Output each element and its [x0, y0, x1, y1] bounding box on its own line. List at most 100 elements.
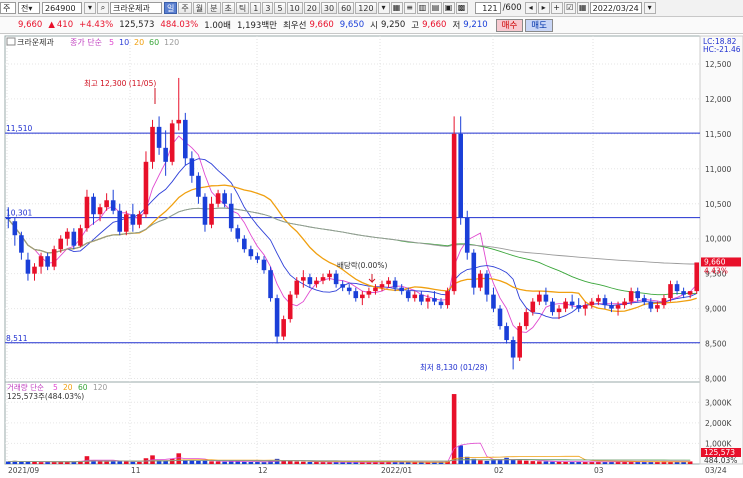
- candle-body: [274, 298, 280, 337]
- date-tick-label: 03: [594, 466, 604, 475]
- list-icon[interactable]: ≡: [403, 2, 416, 14]
- stock-code-input[interactable]: 264900: [42, 2, 82, 14]
- tab-month[interactable]: 월: [192, 2, 207, 14]
- candle-body: [124, 214, 129, 232]
- high-value: 9,660: [422, 20, 447, 30]
- tab-tick[interactable]: 틱: [235, 2, 250, 14]
- date-input[interactable]: 2022/03/24: [589, 2, 642, 14]
- candle-body: [648, 301, 654, 309]
- candle-body: [333, 273, 339, 285]
- reference-line-label: 8,511: [6, 334, 28, 343]
- minute-20[interactable]: 20: [303, 2, 320, 14]
- scroll-right-icon[interactable]: ▸: [537, 2, 550, 14]
- volume-bar: [340, 462, 345, 464]
- market-select[interactable]: 전▾: [18, 2, 40, 14]
- chart-area[interactable]: 11,510 10,301 8,511 12,500 12,000 11,500 11,0…: [0, 34, 743, 475]
- candle-body: [5, 217, 11, 220]
- menu-label: 주: [3, 4, 11, 13]
- checkbox-icon[interactable]: ☑: [563, 2, 576, 14]
- tab-second[interactable]: 초: [221, 2, 235, 14]
- volume-bar: [130, 461, 136, 464]
- dropdown-arrow-icon[interactable]: ▾: [84, 2, 96, 14]
- change-rate: +4.43%: [79, 20, 114, 30]
- candle-body: [176, 119, 182, 124]
- candle-body: [379, 284, 385, 288]
- volume-bar: [641, 462, 647, 464]
- chart-icon[interactable]: ▥: [416, 2, 429, 14]
- candle-body: [320, 277, 326, 281]
- lock-icon[interactable]: ▣: [442, 2, 455, 14]
- trade-amount: 1,193백만: [236, 21, 277, 31]
- volume-bar: [399, 462, 404, 464]
- volume-bar: [242, 461, 247, 464]
- high-label: 고: [411, 21, 420, 31]
- tab-day[interactable]: 일: [164, 2, 178, 14]
- stock-code-value: 264900: [45, 4, 76, 13]
- ma-legend-label: 종가 단순: [70, 37, 102, 47]
- price-tick-label: 8,000: [705, 375, 727, 384]
- candle-body: [104, 200, 109, 208]
- volume-bar: [451, 394, 457, 464]
- calendar-icon[interactable]: ▦: [576, 2, 589, 14]
- menu-select[interactable]: 주: [0, 2, 16, 14]
- grid-icon[interactable]: ▦: [390, 2, 403, 14]
- minute-10[interactable]: 10: [286, 2, 303, 14]
- candle-body: [615, 305, 621, 309]
- stock-chart[interactable]: 11,510 10,301 8,511 12,500 12,000 11,500 11,0…: [0, 34, 743, 475]
- candle-body: [392, 280, 398, 288]
- candle-body: [25, 259, 31, 274]
- change-value: 410: [56, 20, 74, 30]
- low-value: 9,210: [463, 20, 488, 30]
- minute-60[interactable]: 60: [338, 2, 355, 14]
- chart-title: 크라운제과: [17, 38, 54, 47]
- buy-button[interactable]: 매수: [495, 18, 524, 32]
- candle-body: [687, 291, 693, 295]
- search-icon[interactable]: ⌕: [97, 2, 109, 14]
- sell-button[interactable]: 매도: [525, 18, 553, 32]
- volume-bar: [543, 461, 549, 464]
- candle-body: [346, 287, 352, 292]
- volume-bar: [248, 461, 254, 464]
- minute-5[interactable]: 5: [274, 2, 286, 14]
- candle-body: [281, 319, 286, 337]
- scroll-left-icon[interactable]: ◂: [524, 2, 537, 14]
- candle-body: [556, 308, 562, 313]
- minute-1[interactable]: 1: [250, 2, 262, 14]
- tab-minute[interactable]: 분: [207, 2, 221, 14]
- candle-body: [91, 196, 96, 215]
- candle-body: [504, 326, 509, 341]
- settings-icon[interactable]: ▩: [455, 2, 468, 14]
- minute-3[interactable]: 3: [262, 2, 274, 14]
- candle-body: [255, 256, 260, 260]
- best-bid: 9,650: [339, 20, 365, 30]
- candle-body: [163, 147, 168, 162]
- table-icon[interactable]: ▤: [429, 2, 442, 14]
- minute-30[interactable]: 30: [320, 2, 338, 14]
- price-tick-label: 8,500: [705, 340, 727, 349]
- ma-legend-120: 120: [164, 38, 179, 47]
- price-tick-label: 9,000: [705, 305, 727, 314]
- candle-body: [569, 301, 575, 306]
- current-price-label: 9,660: [704, 257, 726, 266]
- candle-body: [248, 249, 254, 257]
- volume-bar: [405, 462, 411, 464]
- volume-bar: [137, 461, 142, 464]
- hc-label: HC:-21.46: [703, 45, 741, 54]
- minute-120[interactable]: 120: [355, 2, 377, 14]
- candle-body: [261, 259, 267, 271]
- candle-body: [117, 210, 123, 232]
- volume-bar: [287, 461, 293, 464]
- volume-value: 125,573: [119, 20, 155, 30]
- stock-name: 크라운제과: [113, 4, 150, 13]
- tab-week[interactable]: 주: [178, 2, 192, 14]
- volume-legend-20: 20: [63, 383, 73, 392]
- candle-body: [12, 221, 18, 236]
- count-input[interactable]: 121: [474, 2, 501, 14]
- volume-bar: [491, 459, 496, 464]
- zoom-in-icon[interactable]: +: [550, 2, 563, 14]
- candle-body: [641, 298, 647, 302]
- candle-body: [510, 340, 516, 358]
- dropdown-arrow-icon[interactable]: ▾: [377, 2, 390, 14]
- chart-toolbar: 주 전▾ 264900 ▾ ⌕ 크라운제과 일 주 월 분 초 틱 1 3 5 …: [0, 0, 743, 17]
- calendar-picker-icon[interactable]: ▾: [643, 2, 656, 14]
